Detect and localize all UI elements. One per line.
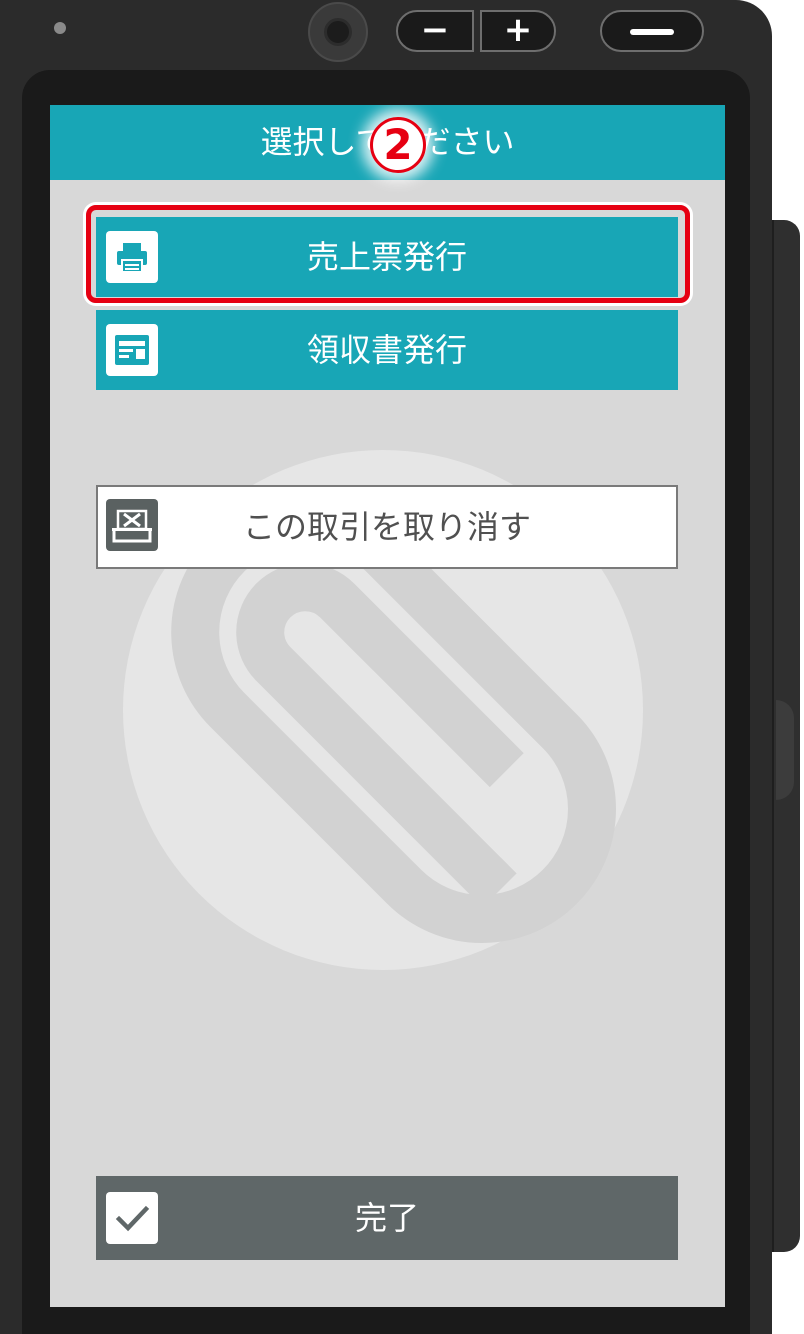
receipt-issue-label: 領収書発行	[306, 331, 467, 369]
camera-icon	[308, 2, 368, 62]
sales-slip-issue-button[interactable]: 売上票発行	[96, 217, 678, 297]
sales-slip-issue-label: 売上票発行	[306, 238, 467, 276]
sensor-dot	[54, 22, 66, 34]
power-button[interactable]	[600, 10, 704, 52]
receipt-issue-button[interactable]: 領収書発行	[96, 310, 678, 390]
volume-down-button[interactable]: −	[396, 10, 474, 52]
app-screen: 選択してください 2 売上票発行 領収書発行	[50, 105, 725, 1307]
device-side-button[interactable]	[776, 700, 794, 800]
done-button[interactable]: 完了	[96, 1176, 678, 1260]
cancel-transaction-button[interactable]: この取引を取り消す	[96, 485, 678, 569]
done-label: 完了	[354, 1199, 419, 1237]
cancel-transaction-label: この取引を取り消す	[242, 508, 531, 546]
volume-up-button[interactable]: +	[480, 10, 556, 52]
step-number-badge: 2	[370, 117, 426, 173]
